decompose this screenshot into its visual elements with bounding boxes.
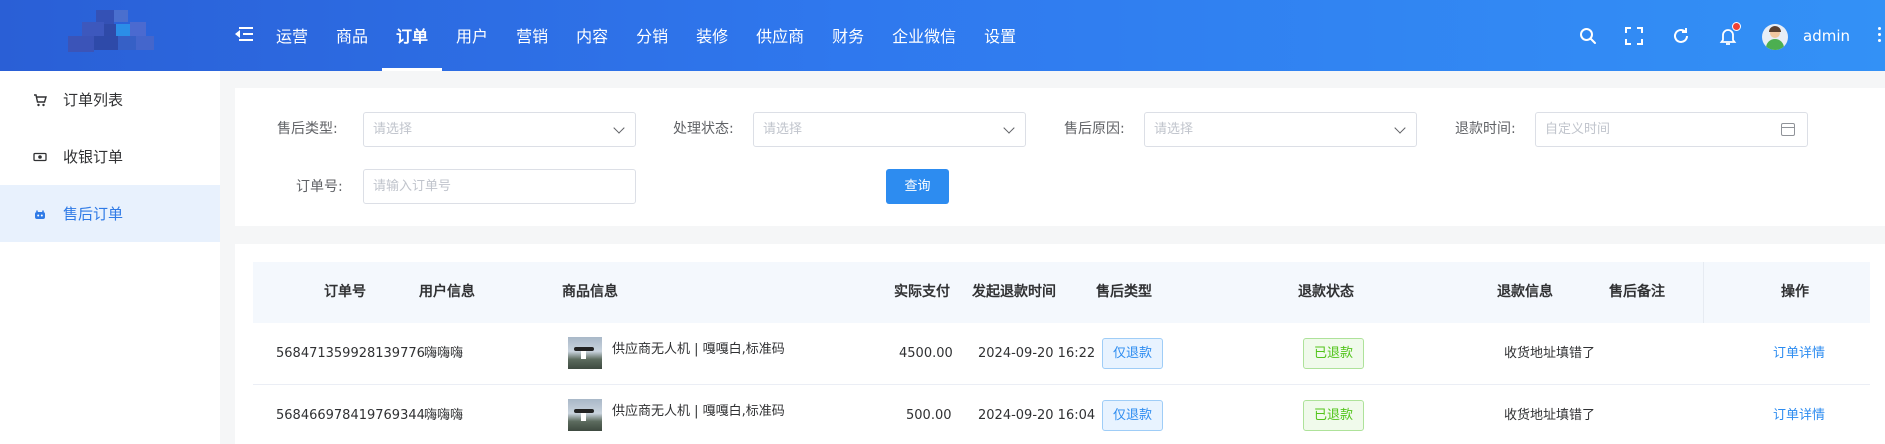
nav-operations[interactable]: 运营 [262,0,322,71]
menu-toggle-icon[interactable] [235,26,253,42]
refund-time: 2024-09-20 16:22 [978,346,1096,361]
sidebar: 订单列表 收银订单 售后订单 [0,71,220,444]
sidebar-item-label: 订单列表 [63,91,124,109]
cashier-icon [33,152,47,161]
sidebar-item-label: 收银订单 [63,148,124,166]
process-status-label: 处理状态: [673,121,734,137]
nav-users[interactable]: 用户 [442,0,502,71]
column-header: 退款状态 [1298,284,1354,300]
after-sale-type-tag: 仅退款 [1102,400,1164,431]
sidebar-item-label: 售后订单 [63,205,124,223]
column-header: 退款信息 [1497,284,1553,300]
nav-distribution[interactable]: 分销 [622,0,682,71]
nav-settings[interactable]: 设置 [970,0,1030,71]
fixed-column-divider [1703,262,1704,323]
fullscreen-icon[interactable] [1624,26,1644,46]
refund-status-tag: 已退款 [1303,400,1365,431]
column-header: 售后类型 [1096,284,1152,300]
order-detail-link[interactable]: 订单详情 [1773,385,1825,444]
refund-info: 收货地址填错了 [1504,346,1596,361]
after-sale-type-select[interactable]: 请选择 [363,112,636,147]
order-number: 568466978419769344 [276,408,425,423]
notification-badge [1732,22,1741,31]
column-header: 订单号 [324,284,366,300]
column-header: 发起退款时间 [972,284,1056,300]
refund-time-label: 退款时间: [1455,121,1516,137]
chevron-down-icon [1003,122,1015,134]
avatar[interactable] [1762,24,1788,50]
after-sale-type-label: 售后类型: [277,121,338,137]
process-status-select[interactable]: 请选择 [753,112,1026,147]
column-header: 用户信息 [419,284,475,300]
order-detail-link[interactable]: 订单详情 [1773,323,1825,385]
column-header: 商品信息 [562,284,618,300]
nav-suppliers[interactable]: 供应商 [742,0,818,71]
table-header: 订单号 用户信息 商品信息 实际支付 发起退款时间 售后类型 退款状态 退款信息… [253,262,1870,323]
order-no-label: 订单号: [296,179,343,195]
after-sale-reason-label: 售后原因: [1064,121,1125,137]
refund-status-tag: 已退款 [1303,338,1365,369]
column-header: 实际支付 [894,284,950,300]
refresh-icon[interactable] [1671,26,1691,46]
user-name: 嗨嗨嗨 [424,346,464,361]
sidebar-item-cashier-orders[interactable]: 收银订单 [0,128,220,185]
refund-time-picker[interactable]: 自定义时间 [1535,112,1808,147]
more-icon[interactable] [1878,27,1882,45]
nav-finance[interactable]: 财务 [818,0,878,71]
main-nav: 运营 商品 订单 用户 营销 内容 分销 装修 供应商 财务 企业微信 设置 [262,0,1030,71]
after-sale-type-tag: 仅退款 [1102,338,1164,369]
search-icon[interactable] [1578,26,1598,46]
after-sales-icon [35,210,45,219]
column-header: 操作 [1781,284,1809,300]
order-no-input[interactable]: 请输入订单号 [363,169,636,204]
nav-marketing[interactable]: 营销 [502,0,562,71]
table-row: 568471359928139776 嗨嗨嗨 供应商无人机 | 嘎嘎白,标准码 … [253,323,1870,385]
cart-icon [34,93,47,106]
column-header: 售后备注 [1609,284,1665,300]
nav-wecom[interactable]: 企业微信 [878,0,970,71]
top-navbar: 运营 商品 订单 用户 营销 内容 分销 装修 供应商 财务 企业微信 设置 a… [0,0,1885,71]
filter-panel: 售后类型: 请选择 处理状态: 请选择 售后原因: 请选择 退款时间: 自定义时… [235,88,1885,226]
refund-info: 收货地址填错了 [1504,408,1596,423]
sidebar-item-order-list[interactable]: 订单列表 [0,71,220,128]
sidebar-item-after-sales-orders[interactable]: 售后订单 [0,185,220,242]
product-info: 供应商无人机 | 嘎嘎白,标准码 [612,404,785,419]
nav-products[interactable]: 商品 [322,0,382,71]
product-thumbnail [568,399,602,431]
product-info: 供应商无人机 | 嘎嘎白,标准码 [612,342,785,357]
order-number: 568471359928139776 [276,346,425,361]
username[interactable]: admin [1803,27,1850,45]
notifications[interactable] [1718,22,1741,46]
nav-decoration[interactable]: 装修 [682,0,742,71]
refund-time: 2024-09-20 16:04 [978,408,1096,423]
paid-amount: 500.00 [906,408,952,423]
query-button[interactable]: 查询 [886,169,949,204]
nav-orders[interactable]: 订单 [382,0,443,71]
paid-amount: 4500.00 [899,346,953,361]
chevron-down-icon [613,122,625,134]
calendar-icon [1781,123,1795,136]
logo [56,10,168,60]
nav-content[interactable]: 内容 [562,0,622,71]
table-row: 568466978419769344 嗨嗨嗨 供应商无人机 | 嘎嘎白,标准码 … [253,385,1870,444]
after-sales-table: 订单号 用户信息 商品信息 实际支付 发起退款时间 售后类型 退款状态 退款信息… [235,244,1885,444]
product-thumbnail [568,337,602,369]
user-name: 嗨嗨嗨 [424,408,464,423]
chevron-down-icon [1394,122,1406,134]
after-sale-reason-select[interactable]: 请选择 [1144,112,1417,147]
